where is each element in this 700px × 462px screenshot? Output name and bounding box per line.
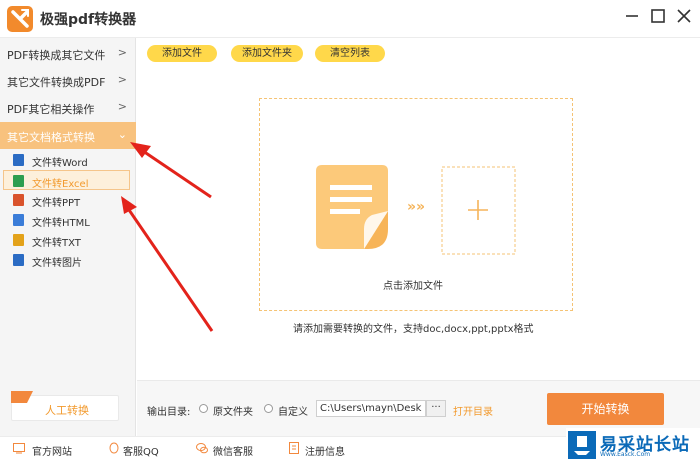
sub-item-to-image[interactable]: 文件转图片 xyxy=(0,250,136,270)
arrow-right-icon: »» xyxy=(407,199,426,215)
start-convert-button[interactable]: 开始转换 xyxy=(547,393,664,425)
website-icon xyxy=(13,443,25,454)
radio-custom-folder-label[interactable]: 自定义 xyxy=(278,403,308,418)
word-icon xyxy=(13,154,24,166)
sidebar: PDF转换成其它文件 > 其它文件转换成PDF > PDF其它相关操作 > 其它… xyxy=(0,38,136,436)
sub-item-label: 文件转Excel xyxy=(32,179,89,190)
watermark-subtext: Www.Easck.Com xyxy=(600,451,651,458)
chevron-down-icon: ⌄ xyxy=(117,128,127,141)
radio-custom-folder[interactable] xyxy=(264,404,273,413)
open-directory-link[interactable]: 打开目录 xyxy=(453,403,493,418)
add-file-button[interactable]: 添加文件 xyxy=(147,45,217,62)
red-arrow-icon xyxy=(130,142,212,199)
maximize-button[interactable] xyxy=(647,5,669,27)
sub-item-to-word[interactable]: 文件转Word xyxy=(0,150,136,170)
sub-item-label: 文件转PPT xyxy=(32,198,81,209)
document-icon xyxy=(316,165,388,249)
sidebar-item-other-to-pdf[interactable]: 其它文件转换成PDF > xyxy=(0,67,136,94)
sub-item-label: 文件转Word xyxy=(32,158,88,169)
sub-item-to-excel[interactable]: 文件转Excel xyxy=(3,170,130,190)
add-folder-button[interactable]: 添加文件夹 xyxy=(231,45,303,62)
chevron-right-icon: > xyxy=(117,73,127,86)
sidebar-item-label: PDF转换成其它文件 xyxy=(7,49,106,62)
sub-item-to-html[interactable]: 文件转HTML xyxy=(0,210,136,230)
footer-qq-link[interactable]: 客服QQ xyxy=(123,443,159,458)
register-icon xyxy=(289,442,299,454)
site-watermark: 易采站长站 Www.Easck.Com xyxy=(566,428,700,462)
qq-icon xyxy=(109,442,119,454)
output-path-input[interactable]: C:\Users\mayn\Desk xyxy=(316,400,426,417)
sidebar-item-label: 其它文件转换成PDF xyxy=(7,76,106,89)
minimize-button[interactable] xyxy=(621,5,643,27)
sidebar-item-pdf-other-ops[interactable]: PDF其它相关操作 > xyxy=(0,94,136,121)
chevron-right-icon: > xyxy=(117,46,127,59)
footer-website-link[interactable]: 官方网站 xyxy=(32,443,72,458)
click-add-file-label[interactable]: 点击添加文件 xyxy=(383,277,443,292)
sidebar-item-label: 其它文档格式转换 xyxy=(7,131,95,144)
sidebar-item-label: PDF其它相关操作 xyxy=(7,103,95,116)
close-button[interactable] xyxy=(673,5,695,27)
html-icon xyxy=(13,214,24,226)
manual-convert-button[interactable]: 人工转换 xyxy=(11,391,119,421)
sub-item-label: 文件转TXT xyxy=(32,238,81,249)
image-icon xyxy=(13,254,24,266)
footer-wechat-link[interactable]: 微信客服 xyxy=(213,443,253,458)
sub-item-label: 文件转图片 xyxy=(32,258,82,269)
sidebar-item-pdf-to-other[interactable]: PDF转换成其它文件 > xyxy=(0,40,136,67)
add-file-plus-icon xyxy=(441,166,516,255)
format-hint: 请添加需要转换的文件，支持doc,docx,ppt,pptx格式 xyxy=(293,324,534,335)
footer-register-link[interactable]: 注册信息 xyxy=(305,443,345,458)
browse-button[interactable]: ··· xyxy=(426,400,446,417)
sub-item-to-txt[interactable]: 文件转TXT xyxy=(0,230,136,250)
sub-item-label: 文件转HTML xyxy=(32,218,90,229)
wechat-icon xyxy=(196,443,208,454)
watermark-logo-icon xyxy=(568,431,596,459)
radio-original-folder-label[interactable]: 原文件夹 xyxy=(213,403,253,418)
radio-original-folder[interactable] xyxy=(199,404,208,413)
sidebar-item-other-format-convert[interactable]: 其它文档格式转换 ⌄ xyxy=(0,122,136,149)
app-logo-icon xyxy=(7,6,33,32)
sub-item-to-ppt[interactable]: 文件转PPT xyxy=(0,190,136,210)
app-title: 极强pdf转换器 xyxy=(40,12,137,28)
hot-badge-icon xyxy=(11,391,33,403)
txt-icon xyxy=(13,234,24,246)
output-dir-label: 输出目录: xyxy=(147,407,191,418)
ppt-icon xyxy=(13,194,24,206)
title-bar: 极强pdf转换器 xyxy=(0,0,700,38)
clear-list-button[interactable]: 清空列表 xyxy=(315,45,385,62)
chevron-right-icon: > xyxy=(117,100,127,113)
excel-icon xyxy=(13,175,24,187)
manual-convert-label: 人工转换 xyxy=(45,404,89,417)
